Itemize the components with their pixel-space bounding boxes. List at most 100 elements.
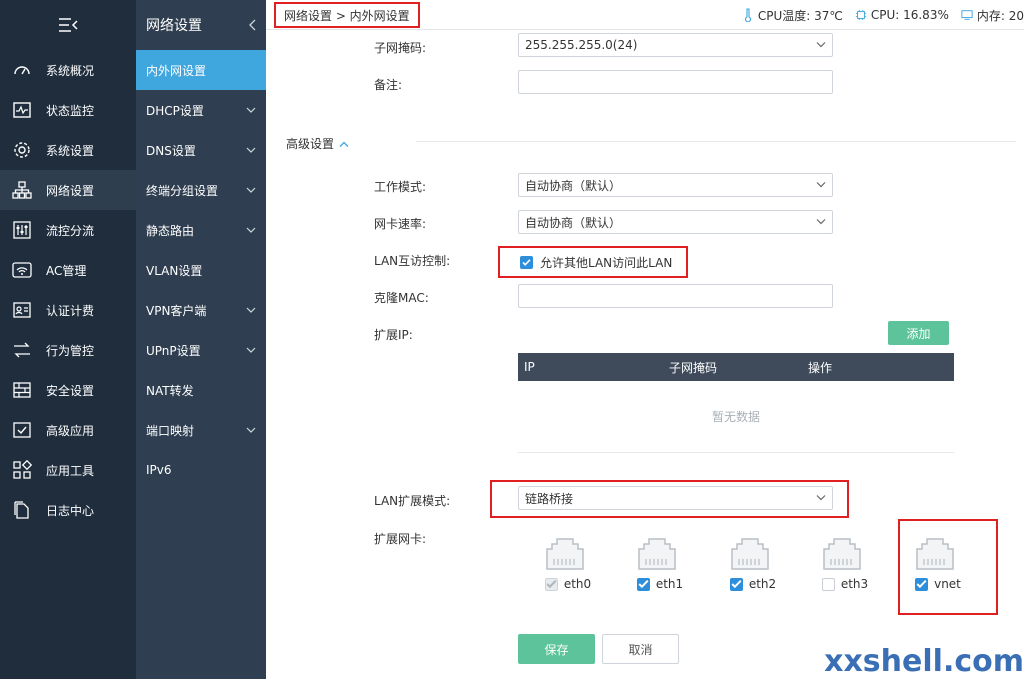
cancel-button[interactable]: 取消 — [602, 634, 679, 664]
chevron-down-icon — [816, 495, 826, 501]
subnav-item-label: IPv6 — [146, 463, 172, 477]
subnav-title: 网络设置 — [146, 18, 202, 34]
chevron-down-icon — [246, 427, 256, 433]
lan-ext-mode-label: LAN扩展模式: — [374, 494, 451, 508]
lan-access-label: LAN互访控制: — [374, 254, 451, 268]
sidebar-item-label: 日志中心 — [46, 503, 95, 518]
column-header-action: 操作 — [808, 360, 833, 375]
subnav-item-label: UPnP设置 — [146, 343, 201, 358]
sidebar-item-network-settings[interactable]: 网络设置 — [0, 170, 136, 210]
breadcrumb: 网络设置 > 内外网设置 — [274, 2, 420, 28]
save-button[interactable]: 保存 — [518, 634, 595, 664]
checkmark-icon — [522, 258, 531, 266]
sidebar-item-overview[interactable]: 系统概况 — [0, 50, 136, 90]
ethernet-port-icon — [916, 538, 954, 570]
checkmark-icon — [916, 580, 927, 589]
sidebar-item-label: 系统概况 — [46, 63, 95, 78]
subnav-item-dns[interactable]: DNS设置 — [136, 130, 266, 170]
sidebar-item-label: AC管理 — [46, 263, 87, 278]
nic-eth2-checkbox[interactable] — [729, 577, 743, 591]
subnav-item-nat[interactable]: NAT转发 — [136, 370, 266, 410]
sidebar-item-label: 系统设置 — [46, 143, 95, 158]
subnav-item-label: 终端分组设置 — [146, 183, 219, 198]
chevron-down-icon — [246, 187, 256, 193]
nic-name: eth0 — [563, 577, 592, 591]
sidebar-item-auth-billing[interactable]: 认证计费 — [0, 290, 136, 330]
subnet-label: 子网掩码: — [374, 41, 427, 55]
subnav-item-vlan[interactable]: VLAN设置 — [136, 250, 266, 290]
cpu-temp-value: CPU温度: 37℃ — [757, 8, 843, 23]
sidebar-item-app-tools[interactable]: 应用工具 — [0, 450, 136, 490]
lan-access-highlight: 允许其他LAN访问此LAN — [498, 246, 688, 278]
watermark: xxshell.com — [824, 644, 1024, 679]
checkmark-icon — [546, 580, 557, 589]
table-header: IP 子网掩码 操作 — [518, 353, 954, 381]
cpu-chip-icon — [855, 9, 866, 21]
sidebar-item-advanced-apps[interactable]: 高级应用 — [0, 410, 136, 450]
nic-name: eth2 — [748, 577, 777, 591]
sidebar-item-security[interactable]: 安全设置 — [0, 370, 136, 410]
sidebar-item-traffic-control[interactable]: 流控分流 — [0, 210, 136, 250]
cpu-usage-status: CPU: 16.83% — [855, 8, 949, 22]
subnav-item-vpn-client[interactable]: VPN客户端 — [136, 290, 266, 330]
clone-mac-input[interactable] — [518, 284, 833, 308]
sidebar-item-label: 行为管控 — [46, 343, 95, 358]
subnav-item-label: DHCP设置 — [146, 103, 204, 118]
subnav-item-label: VLAN设置 — [146, 263, 203, 278]
sidebar-item-behavior-control[interactable]: 行为管控 — [0, 330, 136, 370]
add-button[interactable]: 添加 — [888, 321, 949, 345]
sidebar-item-system-settings[interactable]: 系统设置 — [0, 130, 136, 170]
nic-speed-value: 自动协商（默认） — [525, 215, 622, 230]
chevron-down-icon — [246, 347, 256, 353]
thermometer-icon — [744, 8, 751, 22]
cpu-usage-value: CPU: 16.83% — [870, 8, 949, 22]
sidebar-item-log-center[interactable]: 日志中心 — [0, 490, 136, 530]
subnav-item-terminal-group[interactable]: 终端分组设置 — [136, 170, 266, 210]
nic-name: eth1 — [655, 577, 684, 591]
check-box-icon — [13, 422, 31, 438]
nic-vnet-checkbox[interactable] — [915, 577, 929, 591]
subnav-item-lan-wan[interactable]: 内外网设置 — [136, 50, 266, 90]
nic-eth0: eth0 — [530, 537, 600, 591]
subnav-item-ipv6[interactable]: IPv6 — [136, 450, 266, 490]
nic-eth0-checkbox[interactable] — [544, 577, 558, 591]
sidebar-item-ac-management[interactable]: AC管理 — [0, 250, 136, 290]
top-bar: 网络设置 > 内外网设置 CPU温度: 37℃ CPU: 16.83% 内存: … — [266, 0, 1024, 30]
ext-ip-table: IP 子网掩码 操作 暂无数据 — [518, 353, 954, 453]
nic-speed-label: 网卡速率: — [374, 217, 427, 231]
remark-input[interactable] — [518, 70, 833, 94]
ethernet-port-icon — [731, 538, 769, 570]
subnav-item-dhcp[interactable]: DHCP设置 — [136, 90, 266, 130]
advanced-settings-toggle[interactable]: 高级设置 — [286, 135, 349, 152]
column-header-ip: IP — [524, 360, 535, 374]
lan-access-checkbox[interactable] — [520, 255, 533, 269]
nic-vnet: vnet — [900, 537, 970, 591]
menu-collapse-button[interactable] — [0, 0, 136, 50]
work-mode-select[interactable]: 自动协商（默认） — [518, 173, 833, 197]
nic-eth3: eth3 — [807, 537, 877, 591]
nic-eth1-checkbox[interactable] — [636, 577, 650, 591]
nic-eth3-checkbox[interactable] — [821, 577, 835, 591]
chevron-down-icon — [246, 227, 256, 233]
nic-eth1: eth1 — [622, 537, 692, 591]
sidebar-item-label: 状态监控 — [46, 103, 95, 118]
subnav-item-upnp[interactable]: UPnP设置 — [136, 330, 266, 370]
subnav-item-label: DNS设置 — [146, 143, 196, 158]
nic-speed-select[interactable]: 自动协商（默认） — [518, 210, 833, 234]
subnav-item-label: 内外网设置 — [146, 63, 207, 78]
subnav-item-port-mapping[interactable]: 端口映射 — [136, 410, 266, 450]
secondary-sidebar: 网络设置 内外网设置 DHCP设置 DNS设置 终端分组设置 静态路由 VLAN… — [136, 0, 266, 679]
clone-mac-label: 克隆MAC: — [374, 291, 429, 305]
subnav-item-label: VPN客户端 — [146, 303, 207, 318]
firewall-icon — [13, 382, 31, 398]
subnav-item-static-route[interactable]: 静态路由 — [136, 210, 266, 250]
lan-ext-mode-select[interactable]: 链路桥接 — [518, 486, 833, 510]
memory-value: 内存: 20 — [976, 8, 1024, 23]
chevron-left-icon[interactable] — [248, 19, 256, 31]
subnav-header: 网络设置 — [136, 0, 266, 50]
subnet-value: 255.255.255.0(24) — [525, 38, 638, 52]
ext-ip-label: 扩展IP: — [374, 328, 413, 342]
subnet-select[interactable]: 255.255.255.0(24) — [518, 33, 833, 57]
sidebar-item-monitor[interactable]: 状态监控 — [0, 90, 136, 130]
network-icon — [12, 181, 32, 199]
